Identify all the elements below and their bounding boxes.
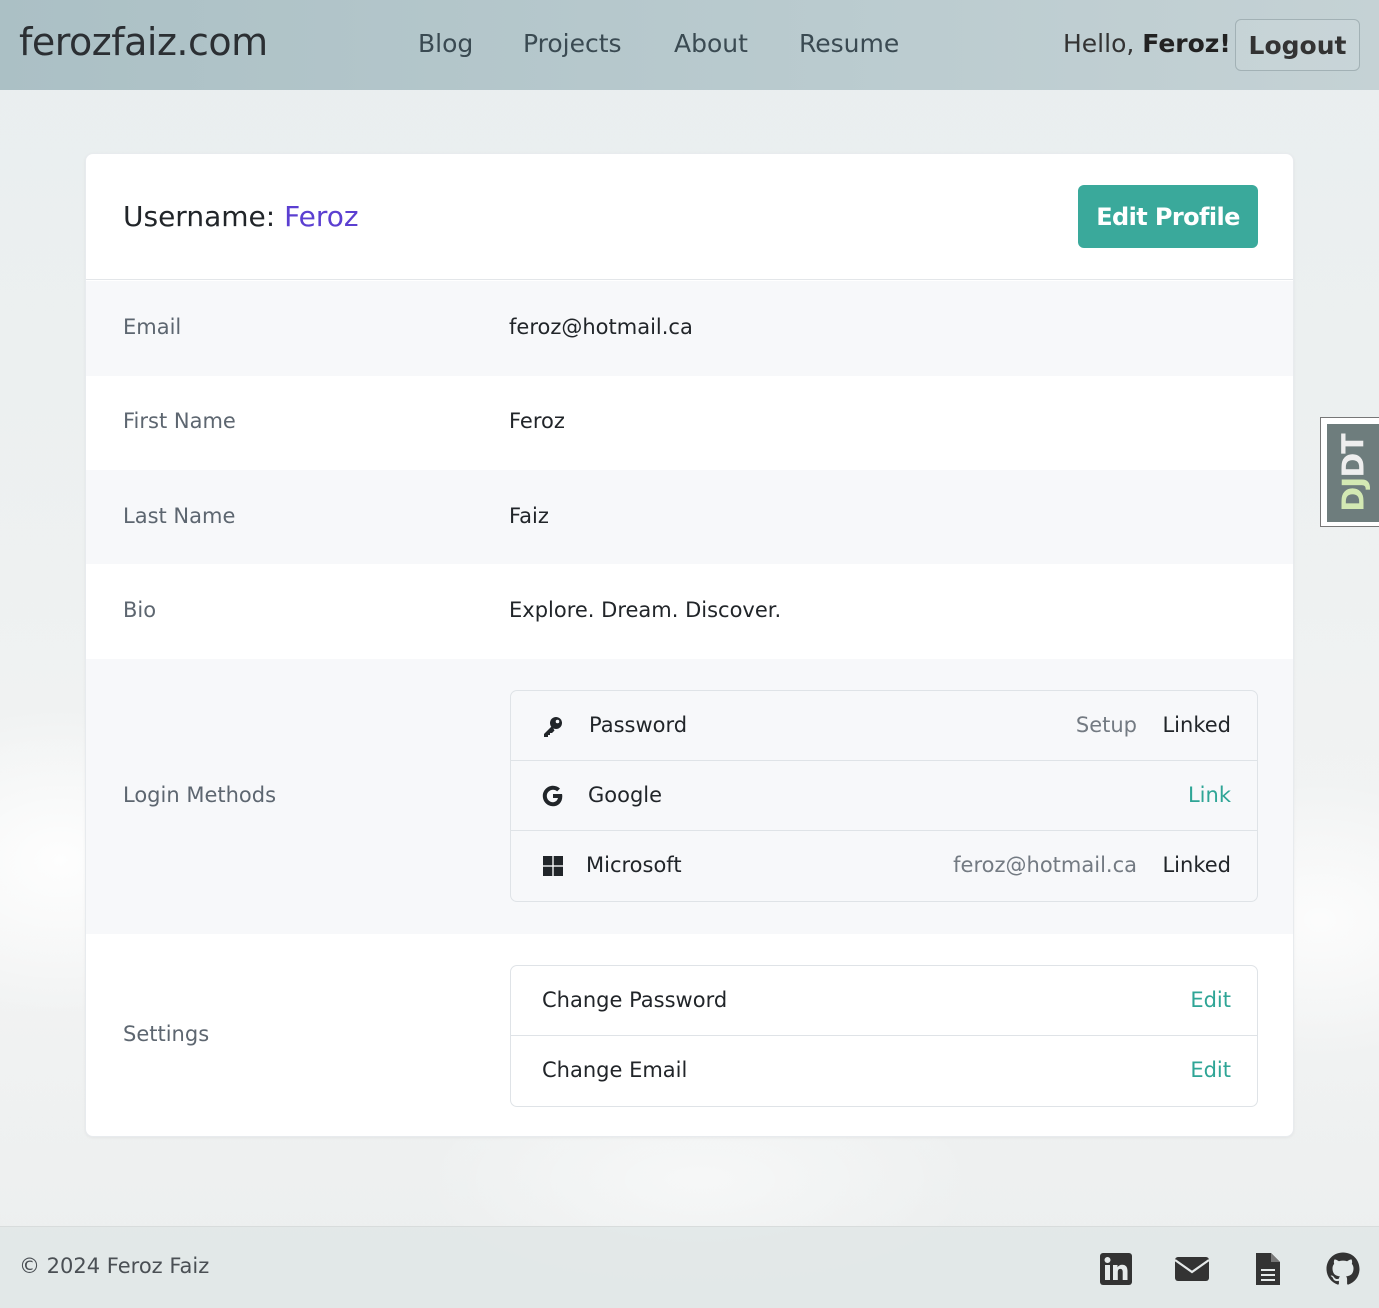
profile-row-first-name: First Name Feroz xyxy=(86,376,1293,470)
navbar: ferozfaiz.com Blog Projects About Resume… xyxy=(0,0,1379,90)
footer: © 2024 Feroz Faiz xyxy=(0,1226,1379,1308)
djdt-suffix: DT xyxy=(1336,434,1371,478)
settings-list: Change Password Edit Change Email Edit xyxy=(510,965,1258,1107)
card-header: Username: Feroz Edit Profile xyxy=(86,154,1293,280)
profile-row-last-name: Last Name Faiz xyxy=(86,470,1293,564)
key-icon xyxy=(544,717,562,737)
field-value: Feroz xyxy=(509,409,565,433)
login-methods-list: Password Setup Linked Google Link Micros… xyxy=(510,690,1258,902)
copyright-text: © 2024 Feroz Faiz xyxy=(19,1254,210,1278)
username-heading: Username: Feroz xyxy=(123,200,359,233)
login-method-password: Password Setup Linked xyxy=(511,691,1257,761)
login-methods-label: Login Methods xyxy=(123,783,277,807)
windows-icon xyxy=(543,856,563,876)
debug-toolbar-handle[interactable]: DJDT xyxy=(1320,417,1379,527)
profile-row-email: Email feroz@hotmail.ca xyxy=(86,281,1293,376)
login-method-status: Linked xyxy=(1162,853,1231,877)
login-method-status: Linked xyxy=(1162,713,1231,737)
edit-email-link[interactable]: Edit xyxy=(1190,1058,1231,1082)
field-value: Faiz xyxy=(509,504,549,528)
profile-row-bio: Bio Explore. Dream. Discover. xyxy=(86,564,1293,659)
field-value: Explore. Dream. Discover. xyxy=(509,598,782,622)
setting-name: Change Email xyxy=(542,1058,688,1082)
edit-password-link[interactable]: Edit xyxy=(1190,988,1231,1012)
password-setup-link[interactable]: Setup xyxy=(1076,713,1137,737)
envelope-icon[interactable] xyxy=(1174,1251,1210,1287)
profile-row-settings: Settings Change Password Edit Change Ema… xyxy=(86,934,1293,1136)
setting-change-email: Change Email Edit xyxy=(511,1036,1257,1106)
setting-name: Change Password xyxy=(542,988,728,1012)
login-method-google: Google Link xyxy=(511,761,1257,831)
login-method-microsoft: Microsoft feroz@hotmail.ca Linked xyxy=(511,831,1257,901)
debug-toolbar-label: DJDT xyxy=(1336,434,1371,511)
greeting-name: Feroz! xyxy=(1142,29,1231,58)
settings-label: Settings xyxy=(123,1022,210,1046)
profile-row-login-methods: Login Methods Password Setup Linked Goog… xyxy=(86,659,1293,934)
profile-card: Username: Feroz Edit Profile Email feroz… xyxy=(85,153,1294,1137)
github-icon[interactable] xyxy=(1325,1251,1361,1287)
google-link-button[interactable]: Link xyxy=(1188,783,1231,807)
field-value: feroz@hotmail.ca xyxy=(509,315,693,339)
login-method-name: Password xyxy=(589,713,688,737)
nav-link-about[interactable]: About xyxy=(674,29,748,58)
nav-link-resume[interactable]: Resume xyxy=(799,29,899,58)
linkedin-icon[interactable] xyxy=(1098,1251,1134,1287)
nav-link-projects[interactable]: Projects xyxy=(523,29,622,58)
field-label: Email xyxy=(123,315,182,339)
field-label: Last Name xyxy=(123,504,236,528)
microsoft-linked-email: feroz@hotmail.ca xyxy=(953,853,1137,877)
debug-toolbar-handle-inner: DJDT xyxy=(1327,424,1379,522)
login-method-name: Google xyxy=(588,783,663,807)
greeting-prefix: Hello, xyxy=(1063,29,1135,58)
login-method-name: Microsoft xyxy=(586,853,682,877)
username-value: Feroz xyxy=(284,200,359,233)
user-greeting: Hello, Feroz! xyxy=(1063,29,1231,58)
document-icon[interactable] xyxy=(1250,1251,1286,1287)
brand-logo[interactable]: ferozfaiz.com xyxy=(19,20,268,64)
djdt-prefix: DJ xyxy=(1336,477,1371,512)
field-label: Bio xyxy=(123,598,157,622)
field-label: First Name xyxy=(123,409,236,433)
username-label: Username: xyxy=(123,200,276,233)
google-icon xyxy=(542,785,563,807)
nav-link-blog[interactable]: Blog xyxy=(418,29,473,58)
setting-change-password: Change Password Edit xyxy=(511,966,1257,1036)
logout-button[interactable]: Logout xyxy=(1235,19,1360,71)
edit-profile-button[interactable]: Edit Profile xyxy=(1078,185,1258,248)
